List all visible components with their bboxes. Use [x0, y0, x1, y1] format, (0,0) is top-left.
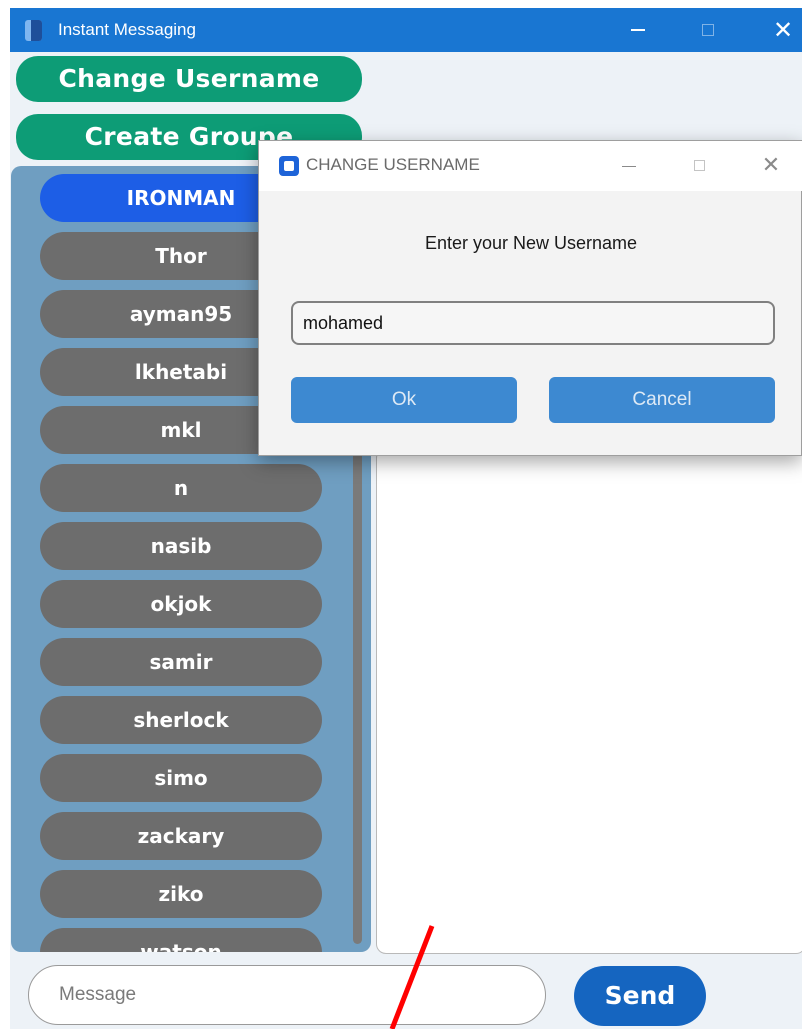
- dialog-prompt: Enter your New Username: [424, 233, 638, 253]
- dialog-close-icon[interactable]: ✕: [751, 141, 791, 191]
- ok-button[interactable]: Ok: [291, 377, 517, 423]
- maximize-icon[interactable]: [685, 8, 731, 52]
- message-input[interactable]: Message: [28, 965, 546, 1025]
- window-title: Instant Messaging: [58, 20, 196, 39]
- send-button[interactable]: Send: [574, 966, 706, 1026]
- title-bar: Instant Messaging ✕: [10, 8, 802, 52]
- close-icon[interactable]: ✕: [760, 8, 802, 52]
- minimize-icon[interactable]: [615, 8, 661, 52]
- user-item[interactable]: n: [40, 464, 322, 512]
- new-username-input[interactable]: mohamed: [291, 301, 775, 345]
- dialog-minimize-icon[interactable]: [609, 141, 649, 191]
- chat-area: [376, 448, 802, 954]
- dialog-title: CHANGE USERNAME: [306, 155, 480, 174]
- user-item[interactable]: samir: [40, 638, 322, 686]
- user-item[interactable]: zackary: [40, 812, 322, 860]
- app-icon: [25, 20, 42, 41]
- user-item[interactable]: simo: [40, 754, 322, 802]
- cancel-button[interactable]: Cancel: [549, 377, 775, 423]
- user-item[interactable]: nasib: [40, 522, 322, 570]
- dialog-title-bar: CHANGE USERNAME ✕: [259, 141, 802, 191]
- change-username-button[interactable]: Change Username: [16, 56, 362, 102]
- user-item[interactable]: ziko: [40, 870, 322, 918]
- user-item[interactable]: sherlock: [40, 696, 322, 744]
- user-item[interactable]: okjok: [40, 580, 322, 628]
- dialog-maximize-icon[interactable]: [679, 141, 719, 191]
- dialog-app-icon: [279, 156, 299, 176]
- change-username-dialog: CHANGE USERNAME ✕ Enter your New Usernam…: [258, 140, 802, 456]
- user-item[interactable]: watson: [40, 928, 322, 952]
